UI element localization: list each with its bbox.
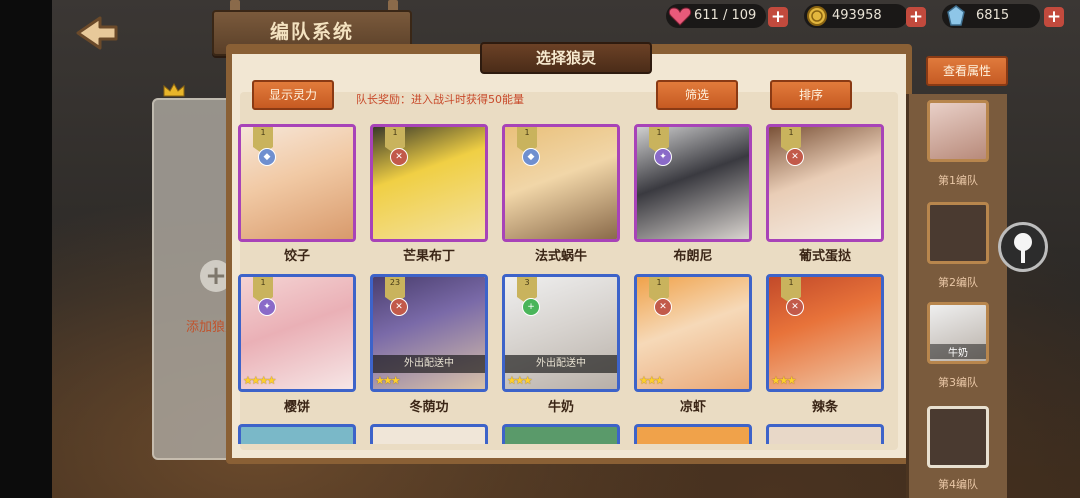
class-badge-icon: ✕ (786, 148, 804, 166)
character-card[interactable]: 1 ✕ ★★★ (634, 274, 752, 392)
formation-slot[interactable] (927, 406, 989, 468)
character-card[interactable]: 1 ✕ ★★★ (766, 274, 884, 392)
class-badge-icon: ✕ (786, 298, 804, 316)
class-badge-icon: ◆ (258, 148, 276, 166)
star-rating: ★★★ (375, 374, 401, 387)
panel-title: 选择狼灵 (480, 42, 652, 74)
character-card[interactable] (370, 424, 488, 444)
screen-edge (0, 0, 52, 498)
formation-label: 第2编队 (938, 276, 978, 289)
star-rating: ★★★ (639, 374, 665, 387)
assistive-joystick-icon[interactable] (998, 222, 1048, 272)
character-card[interactable]: 1 ◆ (238, 124, 356, 242)
formation-slot[interactable] (927, 202, 989, 264)
add-coins-button[interactable]: + (906, 7, 926, 27)
character-name: 冬荫功 (409, 400, 449, 415)
character-card[interactable] (238, 424, 356, 444)
class-badge-icon: + (522, 298, 540, 316)
formation-list: 第1编队 第2编队 牛奶 第3编队 第4编队 (906, 94, 1007, 498)
character-name: 葡式蛋挞 (798, 249, 851, 264)
add-stamina-button[interactable]: + (768, 7, 788, 27)
character-name: 樱饼 (283, 400, 310, 415)
stamina-counter: 611 / 109 (666, 4, 766, 28)
character-card[interactable]: 3 + 外出配送中 ★★★ (502, 274, 620, 392)
formation-slot[interactable]: 牛奶 (927, 302, 989, 364)
character-card[interactable]: 1 ✕ (370, 124, 488, 242)
view-attributes-button[interactable]: 查看属性 (926, 56, 1008, 86)
gem-value: 6815 (976, 8, 1010, 23)
sort-button[interactable]: 排序 (770, 80, 852, 110)
add-gems-button[interactable]: + (1044, 7, 1064, 27)
dispatch-status: 外出配送中 (505, 355, 617, 373)
dispatch-status: 外出配送中 (373, 355, 485, 373)
class-badge-icon: ✦ (258, 298, 276, 316)
character-name: 芒果布丁 (402, 249, 455, 264)
class-badge-icon: ✕ (390, 298, 408, 316)
character-card[interactable] (766, 424, 884, 444)
character-name: 法式蜗牛 (534, 249, 587, 264)
star-rating: ★★★ (507, 374, 533, 387)
show-power-button[interactable]: 显示灵力 (252, 80, 334, 110)
coin-counter: 493958 (804, 4, 908, 28)
coin-value: 493958 (832, 8, 882, 23)
heart-icon (668, 7, 692, 26)
stamina-value: 611 / 109 (694, 8, 757, 23)
slot-member-name: 牛奶 (930, 344, 986, 359)
character-name: 牛奶 (547, 400, 574, 415)
star-rating: ★★★★ (243, 374, 276, 387)
crown-icon (163, 82, 185, 97)
gem-icon (947, 5, 965, 26)
class-badge-icon: ◆ (522, 148, 540, 166)
back-arrow-icon[interactable] (70, 14, 122, 52)
formation-slot[interactable] (927, 100, 989, 162)
leader-bonus-text: 队长奖励：进入战斗时获得50能量 (356, 93, 524, 106)
filter-button[interactable]: 筛选 (656, 80, 738, 110)
character-name: 饺子 (283, 249, 310, 264)
class-badge-icon: ✦ (654, 148, 672, 166)
formation-label: 第1编队 (938, 174, 978, 187)
class-badge-icon: ✕ (390, 148, 408, 166)
character-card[interactable] (502, 424, 620, 444)
formation-label: 第4编队 (938, 478, 978, 491)
class-badge-icon: ✕ (654, 298, 672, 316)
character-card[interactable]: 1 ✦ (634, 124, 752, 242)
coin-icon (807, 6, 827, 26)
star-rating: ★★★ (771, 374, 797, 387)
character-name: 布朗尼 (673, 249, 713, 264)
character-card[interactable] (634, 424, 752, 444)
gem-counter: 6815 (942, 4, 1040, 28)
character-name: 凉虾 (679, 400, 706, 415)
character-card[interactable]: 1 ◆ (502, 124, 620, 242)
character-card[interactable]: 23 ✕ 外出配送中 ★★★ (370, 274, 488, 392)
character-name: 辣条 (811, 400, 838, 415)
character-card[interactable]: 1 ✦ ★★★★ (238, 274, 356, 392)
character-card[interactable]: 1 ✕ (766, 124, 884, 242)
formation-label: 第3编队 (938, 376, 978, 389)
